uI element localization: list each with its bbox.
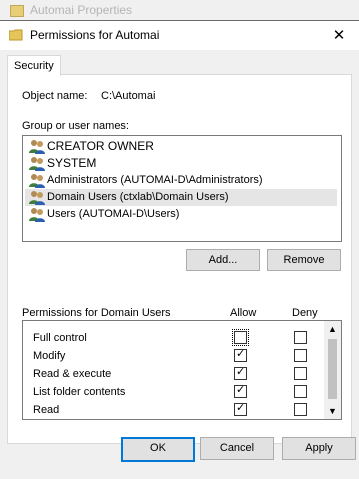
deny-checkbox[interactable] <box>294 403 307 416</box>
allow-checkbox[interactable]: ✓ <box>234 402 247 416</box>
allow-checkbox[interactable]: ✓ <box>234 384 247 398</box>
apply-button[interactable]: Apply <box>282 437 356 460</box>
scroll-down-arrow-icon[interactable]: ▼ <box>324 403 341 419</box>
user-list[interactable]: CREATOR OWNER SYSTEM Administrators (AUT… <box>22 135 342 242</box>
checkmark-icon: ✓ <box>236 348 246 360</box>
close-button[interactable]: ✕ <box>319 21 359 50</box>
users-group-icon <box>29 157 45 171</box>
title-bar: Permissions for Automai ✕ <box>0 21 359 50</box>
security-panel: Object name: C:\Automai Group or user na… <box>7 74 352 444</box>
object-name-label: Object name: <box>22 90 88 102</box>
permission-row: Modify ✓ <box>23 347 323 365</box>
checkmark-icon: ✓ <box>236 384 246 396</box>
user-name: Administrators (AUTOMAI-D\Administrators… <box>47 174 263 186</box>
allow-checkbox[interactable]: ✓ <box>234 348 247 362</box>
deny-checkbox[interactable] <box>294 367 307 380</box>
scroll-up-arrow-icon[interactable]: ▲ <box>324 321 341 337</box>
user-name: Users (AUTOMAI-D\Users) <box>47 208 180 220</box>
ok-button[interactable]: OK <box>121 437 195 462</box>
user-list-item[interactable]: Users (AUTOMAI-D\Users) <box>25 206 337 223</box>
dialog-title: Permissions for Automai <box>30 28 160 42</box>
add-button[interactable]: Add... <box>186 249 260 271</box>
user-name: CREATOR OWNER <box>47 139 154 153</box>
checkmark-icon: ✓ <box>236 418 245 419</box>
permission-row: Read & execute ✓ <box>23 365 323 383</box>
permission-row: ✓ <box>23 417 323 420</box>
allow-checkbox[interactable]: ✓ <box>236 418 245 419</box>
checkmark-icon: ✓ <box>236 366 246 378</box>
folder-icon <box>9 29 23 41</box>
tab-security-label: Security <box>14 60 54 72</box>
deny-checkbox[interactable] <box>294 331 307 344</box>
background-title-bar: Automai Properties <box>0 0 359 20</box>
users-group-icon <box>29 174 45 188</box>
permission-row: List folder contents ✓ <box>23 383 323 401</box>
deny-checkbox[interactable] <box>294 419 307 420</box>
user-list-item[interactable]: SYSTEM <box>25 155 337 172</box>
deny-column-header: Deny <box>292 307 318 319</box>
permissions-list[interactable]: Full control Modify ✓ Read & execute ✓ L… <box>22 320 342 420</box>
user-list-item-selected[interactable]: Domain Users (ctxlab\Domain Users) <box>25 189 337 206</box>
background-window-title: Automai Properties <box>30 3 133 17</box>
user-name: SYSTEM <box>47 156 97 170</box>
cancel-button[interactable]: Cancel <box>200 437 274 460</box>
users-group-icon <box>29 208 45 222</box>
checkmark-icon: ✓ <box>236 402 246 414</box>
permission-row: Full control <box>23 329 323 347</box>
permission-name: List folder contents <box>33 386 126 398</box>
permissions-scrollbar[interactable]: ▲ ▼ <box>324 321 341 419</box>
group-or-user-names-label: Group or user names: <box>22 120 129 132</box>
tab-security[interactable]: Security <box>7 55 61 76</box>
allow-checkbox[interactable] <box>232 329 249 346</box>
folder-icon <box>10 5 24 17</box>
users-group-icon <box>29 140 45 154</box>
users-group-icon <box>29 191 45 205</box>
user-list-item[interactable]: CREATOR OWNER <box>25 138 337 155</box>
user-list-item[interactable]: Administrators (AUTOMAI-D\Administrators… <box>25 172 337 189</box>
object-name-value: C:\Automai <box>101 90 156 102</box>
permission-name: Modify <box>33 350 66 362</box>
permission-name: Read & execute <box>33 368 112 380</box>
close-icon[interactable]: ✕ <box>333 27 346 44</box>
user-name: Domain Users (ctxlab\Domain Users) <box>47 191 229 203</box>
deny-checkbox[interactable] <box>294 349 307 362</box>
deny-checkbox[interactable] <box>294 385 307 398</box>
allow-checkbox[interactable]: ✓ <box>234 366 247 380</box>
permission-name: Read <box>33 404 60 416</box>
remove-button[interactable]: Remove <box>267 249 341 271</box>
permissions-label: Permissions for Domain Users <box>22 307 171 319</box>
scrollbar-thumb[interactable] <box>328 339 337 399</box>
permissions-dialog: Permissions for Automai ✕ Security Objec… <box>0 20 359 479</box>
allow-column-header: Allow <box>230 307 257 319</box>
permission-name: Full control <box>33 332 87 344</box>
